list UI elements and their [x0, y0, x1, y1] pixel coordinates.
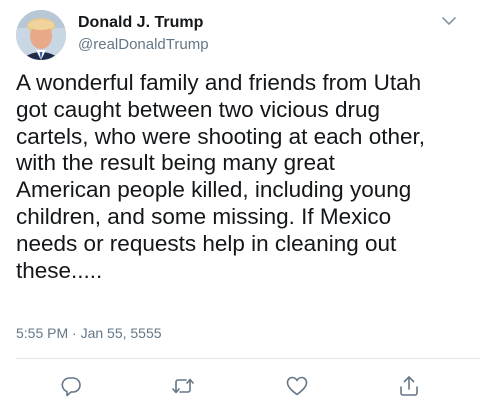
chevron-down-icon[interactable]: [438, 12, 460, 30]
tweet-text: A wonderful family and friends from Utah…: [16, 70, 425, 283]
avatar[interactable]: [16, 10, 66, 60]
tweet-card: Donald J. Trump @realDonaldTrump A wonde…: [0, 0, 480, 410]
heart-icon[interactable]: [285, 374, 309, 398]
tweet-timestamp[interactable]: 5:55 PM · Jan 55, 5555: [16, 325, 162, 341]
reply-icon[interactable]: [59, 374, 83, 398]
divider: [16, 358, 480, 359]
author-name[interactable]: Donald J. Trump: [78, 14, 203, 32]
retweet-icon[interactable]: [171, 374, 195, 398]
share-icon[interactable]: [397, 374, 421, 398]
author-handle[interactable]: @realDonaldTrump: [78, 36, 209, 53]
